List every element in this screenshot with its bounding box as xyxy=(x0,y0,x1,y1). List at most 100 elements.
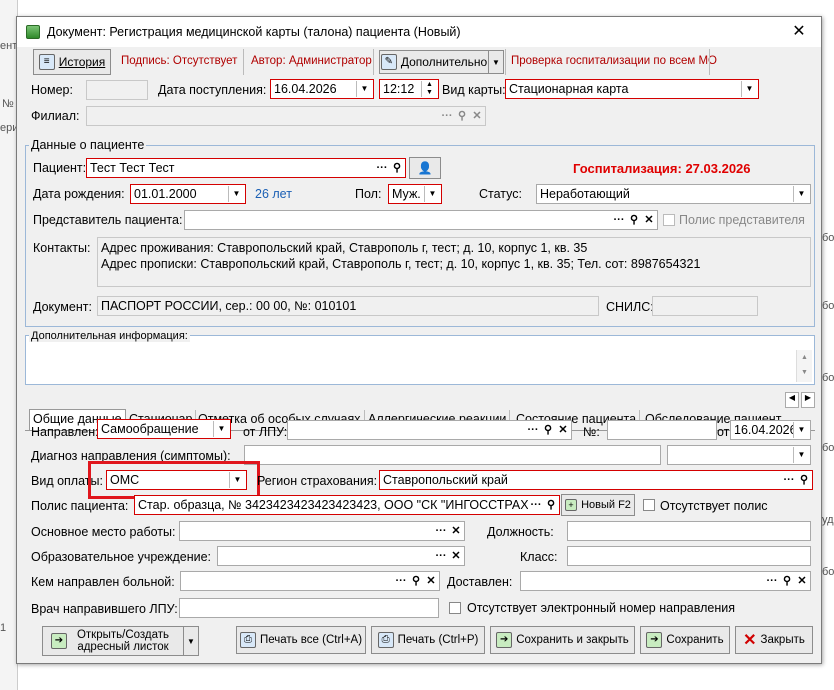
search-icon[interactable]: ⚲ xyxy=(628,211,640,229)
diagnosis-field[interactable] xyxy=(244,445,661,465)
open-create-dropdown[interactable]: ▼ xyxy=(183,626,199,656)
region-field[interactable]: Ставропольский край ··· ⚲ xyxy=(379,470,813,490)
ellipsis-icon[interactable]: ··· xyxy=(395,572,407,590)
clear-icon[interactable]: ✕ xyxy=(450,522,462,540)
scrollbar[interactable]: ▲ ▼ xyxy=(796,350,812,382)
work-field[interactable]: ··· ✕ xyxy=(179,521,465,541)
from-lpu-label: от ЛПУ: xyxy=(243,425,288,439)
region-label: Регион страхования: xyxy=(257,474,378,488)
time-field[interactable]: 12:12 ▲ ▼ xyxy=(379,79,439,99)
patient-card-button[interactable]: 👤 xyxy=(409,157,441,179)
clear-icon[interactable]: ✕ xyxy=(796,572,808,590)
search-icon[interactable]: ⚲ xyxy=(545,496,557,514)
chevron-down-icon: ▼ xyxy=(187,636,195,646)
search-icon[interactable]: ⚲ xyxy=(456,107,468,125)
time-value: 12:12 xyxy=(383,82,415,96)
contacts-field[interactable]: Адрес проживания: Ставропольский край, С… xyxy=(97,237,811,287)
chevron-left-icon[interactable]: ◀ xyxy=(785,392,799,408)
search-icon[interactable]: ⚲ xyxy=(542,421,554,439)
clear-icon[interactable]: ✕ xyxy=(425,572,437,590)
diagnosis-code-field[interactable]: ▼ xyxy=(667,445,811,465)
policy-field[interactable]: Стар. образца, № 3423423423423423423, ОО… xyxy=(134,495,560,515)
search-icon[interactable]: ⚲ xyxy=(798,471,810,489)
no-policy-checkbox[interactable] xyxy=(643,499,655,511)
branch-field[interactable]: ··· ⚲ ✕ xyxy=(86,106,486,126)
from-date-value: 16.04.2026 xyxy=(734,423,797,437)
status-select[interactable]: Неработающий ▼ xyxy=(536,184,811,204)
ellipsis-icon[interactable]: ··· xyxy=(376,159,388,177)
extra-dropdown-button[interactable]: ▼ xyxy=(488,50,504,74)
chevron-down-icon[interactable]: ▼ xyxy=(356,81,372,97)
dialog-window: Документ: Регистрация медицинской карты … xyxy=(16,16,822,664)
number-field[interactable] xyxy=(86,80,148,100)
num-field[interactable] xyxy=(607,420,717,440)
position-field[interactable] xyxy=(567,521,811,541)
clear-icon[interactable]: ✕ xyxy=(450,547,462,565)
save-close-button[interactable]: ➔ Сохранить и закрыть xyxy=(490,626,635,654)
save-icon: ➔ xyxy=(646,632,663,648)
contacts-line-2: Адрес прописки: Ставропольский край, Ста… xyxy=(101,257,701,271)
ellipsis-icon[interactable]: ··· xyxy=(766,572,778,590)
ellipsis-icon[interactable]: ··· xyxy=(613,211,625,229)
delivered-field[interactable]: ··· ⚲ ✕ xyxy=(520,571,811,591)
patient-field[interactable]: Тест Тест Тест ··· ⚲ xyxy=(86,158,406,178)
snils-field[interactable] xyxy=(652,296,758,316)
class-field[interactable] xyxy=(567,546,811,566)
close-window-button[interactable]: ✕ xyxy=(787,21,811,43)
rep-policy-checkbox[interactable] xyxy=(663,214,675,226)
sex-select[interactable]: Муж. ▼ xyxy=(388,184,442,204)
from-lpu-field[interactable]: ··· ⚲ ✕ xyxy=(287,420,572,440)
check-hospitalization-link[interactable]: Проверка госпитализации по всем МО xyxy=(511,55,717,67)
save-button[interactable]: ➔ Сохранить xyxy=(640,626,730,654)
additional-info-title: Дополнительная информация: xyxy=(29,330,190,342)
ellipsis-icon[interactable]: ··· xyxy=(435,522,447,540)
ellipsis-icon[interactable]: ··· xyxy=(783,471,795,489)
patient-group-title: Данные о пациенте xyxy=(29,138,147,152)
open-create-button[interactable]: ➔ Открыть/Создать адресный листок xyxy=(42,626,184,656)
education-field[interactable]: ··· ✕ xyxy=(217,546,465,566)
card-type-select[interactable]: Стационарная карта ▼ xyxy=(505,79,759,99)
chevron-down-icon[interactable]: ▼ xyxy=(793,186,809,202)
search-icon[interactable]: ⚲ xyxy=(391,159,403,177)
new-policy-button[interactable]: + Новый F2 xyxy=(561,494,635,516)
clear-icon[interactable]: ✕ xyxy=(471,107,483,125)
additional-info-field[interactable] xyxy=(25,335,815,385)
chevron-down-icon[interactable]: ▼ xyxy=(793,447,809,463)
background-text: бот xyxy=(822,566,834,578)
ellipsis-icon[interactable]: ··· xyxy=(527,421,539,439)
chevron-down-icon[interactable]: ▼ xyxy=(793,422,809,438)
doctor-field[interactable] xyxy=(179,598,439,618)
chevron-down-icon[interactable]: ▼ xyxy=(213,421,229,437)
ellipsis-icon[interactable]: ··· xyxy=(530,496,542,514)
tab-scroll[interactable]: ◀ ▶ xyxy=(785,392,815,408)
chevron-right-icon[interactable]: ▶ xyxy=(801,392,815,408)
search-icon[interactable]: ⚲ xyxy=(781,572,793,590)
dob-field[interactable]: 01.01.2000 ▼ xyxy=(130,184,246,204)
date-field[interactable]: 16.04.2026 ▼ xyxy=(270,79,374,99)
search-icon[interactable]: ⚲ xyxy=(410,572,422,590)
chevron-down-icon[interactable]: ▼ xyxy=(741,81,757,97)
history-button[interactable]: ≡ История xyxy=(33,49,111,75)
sent-by-field[interactable]: ··· ⚲ ✕ xyxy=(180,571,440,591)
extra-icon: ✎ xyxy=(380,54,397,70)
close-icon: ✕ xyxy=(743,632,757,649)
ellipsis-icon[interactable]: ··· xyxy=(441,107,453,125)
from-label: от xyxy=(717,425,730,439)
chevron-down-icon[interactable]: ▼ xyxy=(424,186,440,202)
extra-button[interactable]: ✎ Дополнительно xyxy=(379,50,489,74)
number-label: Номер: xyxy=(31,83,73,97)
clear-icon[interactable]: ✕ xyxy=(557,421,569,439)
ellipsis-icon[interactable]: ··· xyxy=(435,547,447,565)
print-all-button[interactable]: ⎙ Печать все (Ctrl+A) xyxy=(236,626,366,654)
close-button[interactable]: ✕ Закрыть xyxy=(735,626,813,654)
spin-icon[interactable]: ▲ ▼ xyxy=(421,81,437,97)
clear-icon[interactable]: ✕ xyxy=(643,211,655,229)
print-button[interactable]: ⎙ Печать (Ctrl+P) xyxy=(371,626,485,654)
from-date-field[interactable]: 16.04.2026 ▼ xyxy=(730,420,811,440)
representative-field[interactable]: ··· ⚲ ✕ xyxy=(184,210,658,230)
chevron-down-icon[interactable]: ▼ xyxy=(228,186,244,202)
no-e-number-checkbox[interactable] xyxy=(449,602,461,614)
sex-value: Муж. xyxy=(392,187,421,201)
document-field[interactable]: ПАСПОРТ РОССИИ, сер.: 00 00, №: 010101 xyxy=(97,296,599,316)
directed-select[interactable]: Самообращение ▼ xyxy=(97,419,231,439)
